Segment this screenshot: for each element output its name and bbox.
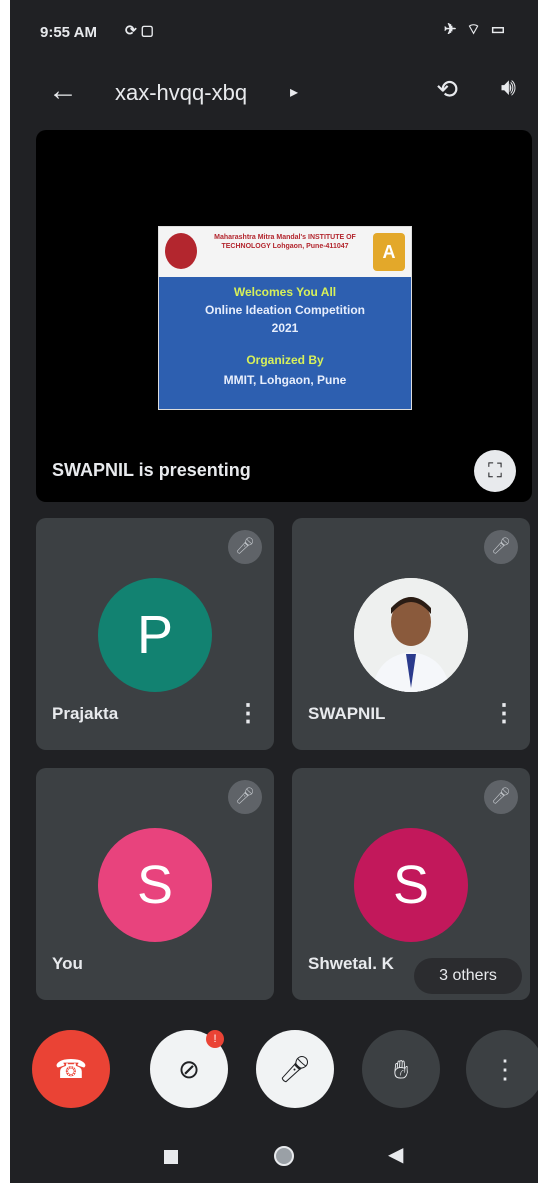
speaker-icon[interactable]: 🔊︎: [501, 74, 516, 102]
mic-off-icon: 🎤︎: [484, 530, 518, 564]
phone-hangup-icon: ☎︎: [54, 1054, 88, 1084]
meeting-code[interactable]: xax-hvqq-xbq: [115, 80, 247, 106]
meeting-header: ← xax-hvqq-xbq ▸ ⟲ 🔊︎: [10, 60, 538, 124]
status-bar: 9:55 AM ⟳ ▢ ✈ ⌔ ▭: [10, 0, 538, 60]
mic-off-icon: 🎤︎: [228, 530, 262, 564]
end-call-button[interactable]: ☎︎: [32, 1030, 110, 1108]
mic-off-icon: 🎤︎: [228, 780, 262, 814]
more-options-icon[interactable]: ⋮: [236, 699, 260, 728]
slide-event: Online Ideation Competition: [205, 303, 365, 317]
slide-organized-by: Organized By: [246, 353, 324, 367]
slide-organizer: MMIT, Lohgaon, Pune: [223, 373, 347, 387]
presentation-tile[interactable]: Maharashtra Mitra Mandal's INSTITUTE OF …: [36, 130, 532, 502]
participant-name: Prajakta: [52, 704, 119, 723]
participant-name: SWAPNIL: [308, 704, 386, 723]
avatar: P: [98, 578, 212, 692]
slide-welcome: Welcomes You All: [233, 285, 337, 299]
accreditation-badge-icon: A: [373, 233, 405, 271]
participant-tile[interactable]: 🎤︎ S You: [36, 768, 274, 1000]
slide-institution: Maharashtra Mitra Mandal's INSTITUTE OF …: [214, 234, 356, 250]
participant-name: You: [52, 954, 83, 973]
participant-name: Shwetal. K: [308, 954, 394, 973]
home-icon[interactable]: [274, 1146, 294, 1166]
participant-tile[interactable]: 🎤︎ P Prajakta ⋮: [36, 518, 274, 750]
back-arrow-icon[interactable]: ←: [48, 74, 78, 108]
more-vert-icon: ⋮: [492, 1054, 518, 1084]
others-button[interactable]: 3 others: [414, 958, 522, 994]
fullscreen-icon[interactable]: ⛶: [474, 450, 516, 492]
meeting-info-caret-icon[interactable]: ▸: [290, 82, 298, 102]
phone-screen: 9:55 AM ⟳ ▢ ✈ ⌔ ▭ ← xax-hvqq-xbq ▸ ⟲ 🔊︎ …: [10, 0, 538, 1183]
call-controls: ☎︎ ⊘ 🎤︎ ✋︎ ⋮: [10, 1030, 538, 1110]
more-options-button[interactable]: ⋮: [466, 1030, 538, 1108]
recents-icon[interactable]: [164, 1150, 178, 1164]
camera-off-icon: ⊘: [178, 1054, 200, 1084]
mic-off-icon: 🎤︎: [484, 780, 518, 814]
status-system-icons: ✈ ⌔ ▭: [443, 21, 508, 38]
more-options-icon[interactable]: ⋮: [492, 699, 516, 728]
slide-year: 2021: [271, 321, 299, 335]
avatar-photo: [354, 578, 468, 692]
shared-slide: Maharashtra Mitra Mandal's INSTITUTE OF …: [158, 226, 412, 410]
mic-off-icon: 🎤︎: [278, 1054, 312, 1084]
nav-back-icon[interactable]: ◀: [388, 1142, 403, 1167]
raise-hand-button[interactable]: ✋︎: [362, 1030, 440, 1108]
profile-photo-icon: [354, 578, 468, 692]
avatar: S: [98, 828, 212, 942]
system-nav-bar: ◀: [10, 1130, 538, 1183]
status-time: 9:55 AM: [40, 24, 97, 41]
slide-banner: Maharashtra Mitra Mandal's INSTITUTE OF …: [159, 227, 411, 277]
institute-logo-icon: [165, 233, 197, 269]
status-notification-icons: ⟳ ▢: [125, 22, 154, 38]
switch-camera-icon[interactable]: ⟲: [436, 74, 458, 105]
camera-alert-badge: !: [206, 1030, 224, 1048]
mic-toggle-button[interactable]: 🎤︎: [256, 1030, 334, 1108]
participant-tile[interactable]: 🎤︎ SWAPNIL ⋮: [292, 518, 530, 750]
avatar: S: [354, 828, 468, 942]
hand-icon: ✋︎: [393, 1054, 409, 1084]
presenter-label: SWAPNIL is presenting: [52, 460, 251, 480]
